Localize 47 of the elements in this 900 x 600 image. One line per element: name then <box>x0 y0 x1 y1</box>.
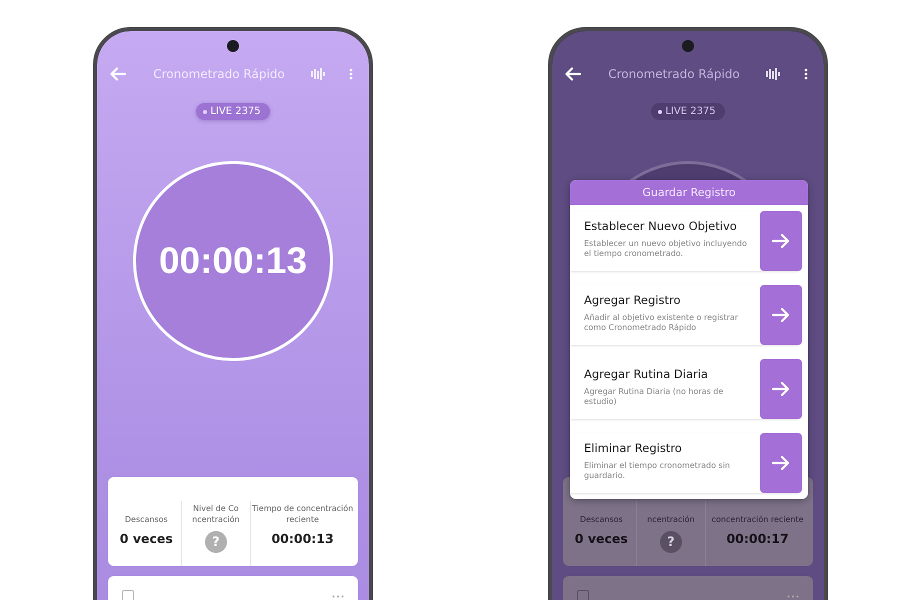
arrow-icon <box>771 381 791 397</box>
arrow-icon <box>771 233 791 249</box>
question-icon: ? <box>660 531 682 553</box>
stat-value: 00:00:13 <box>271 531 334 546</box>
option-card[interactable]: Agregar Registro Añadir al objetivo existente o registrar como Cronometrado Rápido <box>570 285 802 345</box>
stat-label: ncentración <box>647 514 695 525</box>
sound-bars-icon[interactable] <box>766 67 780 81</box>
option-title: Eliminar Registro <box>584 441 683 455</box>
option-description: Eliminar el tiempo cronometrado sin guardario. <box>584 461 731 482</box>
question-icon: ? <box>204 531 227 553</box>
option-card[interactable]: Establecer Nuevo Objetivo Establecer un nuevo objetivo incluyendo el tiempo cronometrado. <box>570 211 802 271</box>
checkbox[interactable] <box>122 590 134 600</box>
option-description: Agregar Rutina Diaria (no horas de estudio) <box>584 387 724 408</box>
screen-title: Cronometrado Rápido <box>152 67 286 81</box>
stat-value: 0 veces <box>120 531 173 546</box>
option-description: Añadir al objetivo existente o registrar como Cronometrado Rápido <box>584 313 740 334</box>
option-title: Agregar Rutina Diaria <box>584 367 709 381</box>
arrow-button[interactable] <box>760 359 802 419</box>
live-badge: LIVE 2375 <box>651 103 725 120</box>
stat-value: 00:00:17 <box>726 531 789 546</box>
dialog-title: Guardar Registro <box>570 180 808 205</box>
arrow-icon <box>771 307 791 323</box>
option-title: Agregar Registro <box>584 293 682 307</box>
stat-label: Descansos <box>124 514 168 525</box>
arrow-icon <box>771 455 791 471</box>
camera-icon <box>682 40 694 52</box>
stat-label: concentración reciente <box>712 514 804 525</box>
screen-title: Cronometrado Rápido <box>607 67 741 81</box>
camera-icon <box>227 40 239 52</box>
back-arrow-icon[interactable] <box>564 67 582 81</box>
option-card[interactable]: Eliminar Registro Eliminar el tiempo cronometrado sin guardario. <box>570 433 802 493</box>
stat-label: Descansos <box>580 514 623 525</box>
stat-value: 0 veces <box>574 531 628 546</box>
stat-label: Tiempo de concentración reciente <box>251 504 354 525</box>
arrow-button[interactable] <box>760 211 802 271</box>
option-description: Establecer un nuevo objetivo incluyendo el tiempo cronometrado. <box>584 239 748 260</box>
more-icon[interactable] <box>804 68 808 80</box>
checkbox[interactable] <box>577 590 589 600</box>
timer-text: 00:00:13 <box>158 240 308 282</box>
arrow-button[interactable] <box>760 433 802 493</box>
stat-label: Nivel de Co ncentración <box>191 504 241 525</box>
option-title: Establecer Nuevo Objetivo <box>584 219 738 233</box>
arrow-button[interactable] <box>760 285 802 345</box>
live-badge: LIVE 2375 <box>196 103 270 120</box>
option-card[interactable]: Agregar Rutina Diaria Agregar Rutina Diaria (no horas de estudio) <box>570 359 802 419</box>
dot-icon <box>203 110 208 114</box>
dot-icon <box>658 110 662 114</box>
